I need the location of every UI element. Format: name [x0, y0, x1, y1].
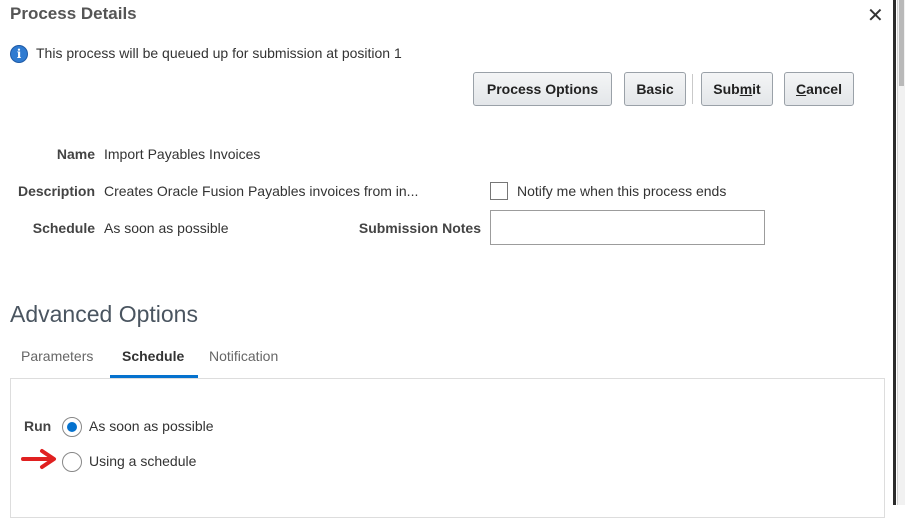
dialog-edge — [893, 0, 896, 505]
scrollbar-thumb[interactable] — [899, 0, 904, 86]
submit-label-post: it — [752, 81, 761, 97]
run-asap-label: As soon as possible — [89, 418, 214, 434]
close-icon[interactable]: ✕ — [867, 3, 884, 28]
submit-label-accesskey: m — [739, 81, 753, 97]
cancel-label-accesskey: C — [796, 81, 807, 97]
submit-label-pre: Sub — [713, 81, 740, 97]
annotation-arrow-icon — [21, 449, 56, 469]
toolbar-divider — [692, 74, 693, 104]
basic-button[interactable]: Basic — [624, 72, 686, 106]
description-label: Description — [17, 183, 95, 199]
notify-checkbox[interactable] — [490, 182, 508, 200]
submission-notes-input[interactable] — [490, 210, 765, 245]
advanced-options-heading: Advanced Options — [10, 301, 198, 327]
tab-schedule[interactable]: Schedule — [122, 348, 184, 364]
cancel-button[interactable]: Cancel — [784, 72, 854, 106]
active-tab-indicator — [110, 375, 198, 378]
submit-button[interactable]: Sub m it — [701, 72, 773, 106]
schedule-panel — [10, 378, 885, 518]
cancel-label-post: ancel — [806, 81, 842, 97]
run-schedule-radio[interactable] — [62, 452, 82, 472]
run-schedule-label: Using a schedule — [89, 453, 197, 469]
submission-notes-label: Submission Notes — [358, 220, 481, 236]
schedule-label: Schedule — [32, 220, 95, 236]
info-message: This process will be queued up for submi… — [36, 45, 402, 61]
description-value: Creates Oracle Fusion Payables invoices … — [104, 183, 419, 199]
run-label: Run — [24, 418, 52, 434]
notify-label: Notify me when this process ends — [517, 183, 727, 199]
run-asap-radio[interactable] — [62, 417, 82, 437]
process-options-label: Process Options — [486, 81, 599, 97]
process-options-button[interactable]: Process Options — [473, 72, 612, 106]
name-label: Name — [56, 146, 95, 162]
basic-label: Basic — [636, 81, 674, 97]
tab-parameters[interactable]: Parameters — [21, 348, 93, 364]
dialog-title: Process Details — [10, 4, 137, 23]
name-value: Import Payables Invoices — [104, 146, 261, 162]
info-icon: i — [10, 45, 28, 63]
tab-notification[interactable]: Notification — [209, 348, 278, 364]
schedule-value: As soon as possible — [104, 220, 229, 236]
